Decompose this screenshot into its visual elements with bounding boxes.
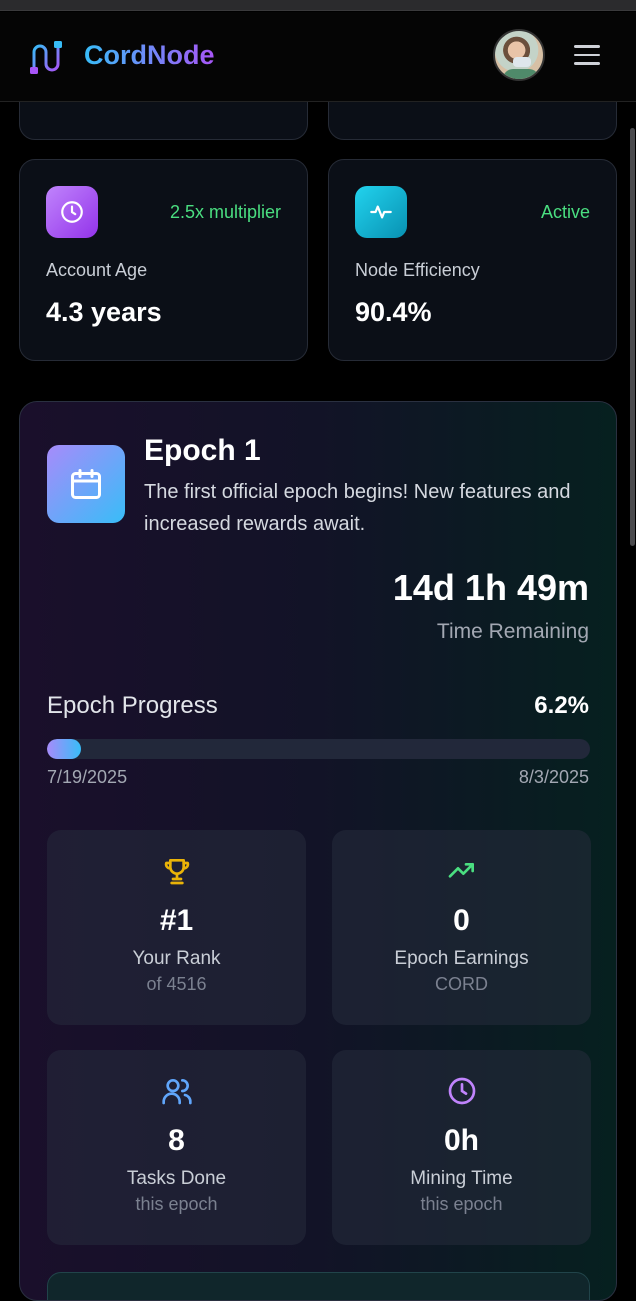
tasks-card: 8 Tasks Done this epoch xyxy=(47,1050,306,1245)
status-strip xyxy=(0,0,636,11)
countdown-timer: 14d 1h 49m xyxy=(392,567,589,608)
calendar-icon xyxy=(47,445,125,523)
epoch-card: Epoch 1 The first official epoch begins!… xyxy=(19,401,617,1301)
activity-icon xyxy=(355,186,407,238)
clock-icon xyxy=(332,1075,591,1109)
app-header: CordNode xyxy=(0,12,636,102)
countdown-label: Time Remaining xyxy=(436,620,589,643)
tasks-label: Tasks Done xyxy=(126,1168,227,1189)
progress-bar xyxy=(47,739,590,759)
earnings-label: Epoch Earnings xyxy=(394,948,529,969)
epoch-description: The first official epoch begins! New fea… xyxy=(144,481,571,535)
multiplier-badge: 2.5x multiplier xyxy=(169,202,281,222)
stat-value: 4.3 years xyxy=(46,297,162,327)
brand-name[interactable]: CordNode xyxy=(84,38,215,72)
tasks-value: 8 xyxy=(168,1124,185,1157)
cable-plug-icon[interactable] xyxy=(26,38,66,78)
epoch-end-date: 8/3/2025 xyxy=(518,767,589,787)
epoch-title: Epoch 1 xyxy=(144,434,261,467)
next-section-peek xyxy=(47,1272,590,1300)
user-avatar[interactable] xyxy=(493,29,545,81)
mining-time-sub: this epoch xyxy=(420,1194,503,1214)
epoch-start-date: 7/19/2025 xyxy=(47,767,128,787)
earnings-value: 0 xyxy=(453,904,470,937)
earnings-card: 0 Epoch Earnings CORD xyxy=(332,830,591,1025)
node-efficiency-card: Active Node Efficiency 90.4% xyxy=(328,159,617,361)
progress-fill xyxy=(47,739,81,759)
mining-time-value: 0h xyxy=(443,1124,479,1157)
trophy-icon xyxy=(47,855,306,889)
stat-value: 90.4% xyxy=(355,297,432,327)
mining-time-label: Mining Time xyxy=(410,1168,513,1189)
progress-percent: 6.2% xyxy=(534,692,589,719)
rank-value: #1 xyxy=(159,904,194,937)
rank-card: #1 Your Rank of 4516 xyxy=(47,830,306,1025)
scrollbar[interactable] xyxy=(630,128,635,546)
tasks-sub: this epoch xyxy=(135,1194,218,1214)
rank-label: Your Rank xyxy=(132,948,221,969)
trending-up-icon xyxy=(332,855,591,889)
earnings-sub: CORD xyxy=(435,974,488,994)
progress-label: Epoch Progress xyxy=(47,692,218,719)
users-icon xyxy=(47,1075,306,1109)
clock-icon xyxy=(46,186,98,238)
hamburger-menu-icon[interactable] xyxy=(574,45,600,65)
mining-time-card: 0h Mining Time this epoch xyxy=(332,1050,591,1245)
account-age-card: 2.5x multiplier Account Age 4.3 years xyxy=(19,159,308,361)
status-badge: Active xyxy=(540,202,590,222)
stat-label: Node Efficiency xyxy=(355,260,480,280)
rank-sub: of 4516 xyxy=(146,974,207,994)
stat-label: Account Age xyxy=(46,260,148,280)
